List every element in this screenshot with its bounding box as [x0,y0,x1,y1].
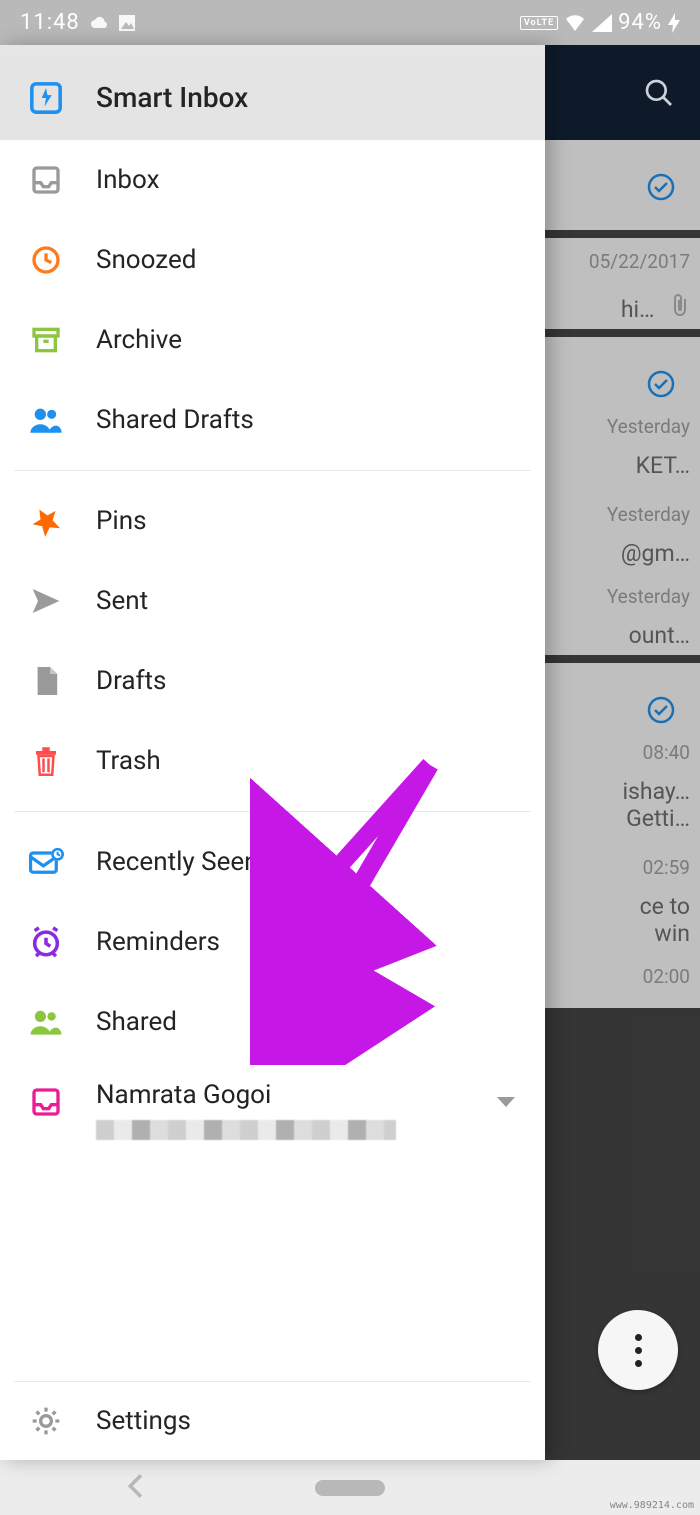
mail-date: Yesterday [545,415,690,438]
drawer-item-label: Snoozed [96,245,196,275]
trash-icon [28,743,64,779]
divider [14,470,531,471]
volte-icon: VoLTE [520,16,558,30]
drawer-item-recently-seen[interactable]: Recently Seen [0,822,545,902]
mail-row[interactable]: Yesterday ount… [545,573,700,655]
mail-date: Yesterday [545,503,690,526]
drawer-item-label: Pins [96,506,147,536]
recently-seen-icon [28,844,64,880]
mail-row[interactable] [545,140,700,230]
drawer-item-shared[interactable]: Shared [0,982,545,1062]
drawer-item-label: Reminders [96,927,220,957]
watermark: www.989214.com [610,1500,694,1511]
inbox-icon [28,162,64,198]
drawer-item-label: Sent [96,586,148,616]
drawer-item-label: Recently Seen [96,847,259,877]
wifi-icon [564,14,586,32]
reminders-icon [28,924,64,960]
shared-drafts-icon [28,402,64,438]
status-time: 11:48 [20,10,80,35]
nav-home-button[interactable] [315,1480,385,1496]
status-left-icons [90,14,136,32]
drawer-item-shared-drafts[interactable]: Shared Drafts [0,380,545,460]
mail-row[interactable]: Yesterday @gm… [545,491,700,573]
divider [14,811,531,812]
mail-snippet: KET… [545,452,690,479]
mail-row[interactable]: 02:59 ce to win [545,844,700,953]
drawer-item-label: Shared [96,1007,177,1037]
mail-row[interactable]: 05/22/2017 hi… [545,238,700,329]
drawer-account[interactable]: Namrata Gogoi [0,1062,545,1148]
navigation-drawer: Smart Inbox Inbox Snoozed Archive [0,45,545,1460]
mail-snippet2: win [545,920,690,947]
account-email-redacted [96,1120,396,1140]
drawer-item-sent[interactable]: Sent [0,561,545,641]
drawer-item-label: Archive [96,325,182,355]
archive-icon [28,322,64,358]
drafts-icon [28,663,64,699]
mail-row[interactable]: 08:40 ishay… Getti… [545,663,700,844]
check-icon [646,695,676,731]
drawer-item-label: Drafts [96,666,166,696]
mail-row[interactable]: Yesterday KET… [545,337,700,491]
check-icon [646,369,676,405]
status-right-icons: VoLTE 94% [520,10,680,35]
nav-back-button[interactable] [125,1473,145,1503]
drawer-item-archive[interactable]: Archive [0,300,545,380]
snoozed-icon [28,242,64,278]
signal-icon [592,14,612,32]
pin-icon [28,503,64,539]
mail-snippet: ount… [545,622,690,649]
search-icon[interactable] [643,77,675,109]
mail-date: 08:40 [545,741,690,764]
check-icon [646,172,676,208]
gear-icon [28,1403,64,1439]
mail-snippet: @gm… [545,540,690,567]
drawer-item-pins[interactable]: Pins [0,481,545,561]
mail-date: 02:00 [545,965,690,988]
drawer-item-inbox[interactable]: Inbox [0,140,545,220]
drawer-item-smart-inbox[interactable]: Smart Inbox [0,55,545,140]
drawer-item-reminders[interactable]: Reminders [0,902,545,982]
cloud-icon [90,16,110,30]
android-statusbar: 11:48 VoLTE 94% [0,0,700,45]
mail-date: 02:59 [545,856,690,879]
shared-icon [28,1004,64,1040]
drawer-item-label: Trash [96,746,161,776]
chevron-down-icon[interactable] [497,1094,515,1113]
drawer-item-trash[interactable]: Trash [0,721,545,801]
account-name: Namrata Gogoi [96,1080,396,1110]
drawer-item-drafts[interactable]: Drafts [0,641,545,721]
drawer-item-label: Smart Inbox [96,81,248,114]
charging-icon [668,13,680,33]
mail-date: Yesterday [545,585,690,608]
mail-snippet2: Getti… [545,805,690,832]
mail-snippet: ce to [545,893,690,920]
sent-icon [28,583,64,619]
background-mail-list: 05/22/2017 hi… Yesterday KET… Yesterday … [545,45,700,1460]
mail-row[interactable]: 02:00 [545,953,700,1008]
image-icon [118,14,136,32]
drawer-item-snoozed[interactable]: Snoozed [0,220,545,300]
drawer-item-label: Inbox [96,165,160,195]
drawer-item-settings[interactable]: Settings [0,1382,545,1460]
account-inbox-icon [28,1084,64,1120]
mail-date: 05/22/2017 [545,250,690,273]
battery-text: 94% [618,10,662,35]
attachment-icon [672,293,690,323]
mail-snippet: ishay… [545,778,690,805]
app-topbar [545,45,700,140]
android-navbar [0,1460,700,1515]
more-fab[interactable] [598,1310,678,1390]
drawer-item-label: Settings [96,1406,191,1436]
drawer-item-label: Shared Drafts [96,405,254,435]
mail-snippet: hi… [621,296,655,323]
smart-inbox-icon [28,80,64,116]
